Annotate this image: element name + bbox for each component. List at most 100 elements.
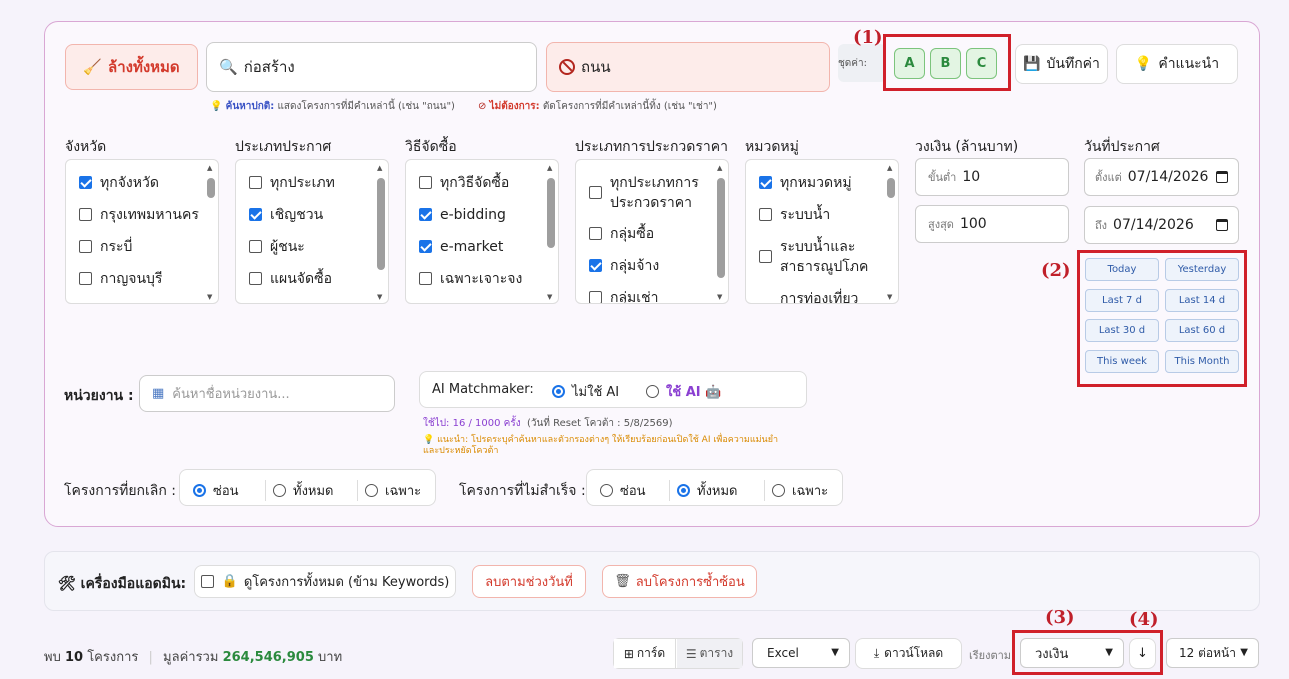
checkbox[interactable] (759, 208, 772, 221)
cancelled-hide-radio[interactable]: ซ่อน (193, 480, 239, 501)
checkbox[interactable] (249, 176, 262, 189)
quick-date-today[interactable]: Today (1085, 258, 1159, 281)
quick-date-yesterday[interactable]: Yesterday (1165, 258, 1239, 281)
view-all-projects-toggle[interactable]: 🔒 ดูโครงการทั้งหมด (ข้าม Keywords) (194, 565, 456, 598)
exclude-keyword-input[interactable]: ถนน (546, 42, 830, 92)
checkbox[interactable] (249, 208, 262, 221)
unsuccessful-all-radio[interactable]: ทั้งหมด (669, 480, 738, 501)
sort-field-select[interactable]: วงเงิน ▼ (1020, 638, 1124, 668)
checkbox[interactable] (419, 176, 432, 189)
quick-date-this-month[interactable]: This Month (1165, 350, 1239, 373)
checkbox[interactable] (419, 208, 432, 221)
checkbox[interactable] (79, 176, 92, 189)
date-to-input[interactable]: ถึง 07/14/2026 (1084, 206, 1239, 244)
unsuccessful-only-radio[interactable]: เฉพาะ (764, 480, 828, 501)
list-item[interactable]: ทุกประเภทการ ประกวดราคา (589, 173, 699, 213)
delete-by-date-button[interactable]: ลบตามช่วงวันที่ (472, 565, 586, 598)
checkbox[interactable] (759, 176, 772, 189)
calendar-icon[interactable] (1216, 219, 1228, 231)
list-item[interactable]: กลุ่มจ้าง (589, 256, 659, 276)
checkbox[interactable] (200, 575, 214, 588)
checkbox[interactable] (79, 272, 92, 285)
method-list[interactable]: ทุกวิธีจัดซื้อ e-bidding e-market เฉพาะเ… (405, 159, 559, 304)
province-label: จังหวัด (65, 139, 107, 155)
cancelled-all-radio[interactable]: ทั้งหมด (265, 480, 334, 501)
quick-date-last-60[interactable]: Last 60 d (1165, 319, 1239, 342)
checkbox[interactable] (589, 259, 602, 272)
list-item[interactable]: เฉพาะเจาะจง (419, 269, 522, 289)
sort-label: เรียงตาม (969, 649, 1012, 662)
date-from-input[interactable]: ตั้งแต่ 07/14/2026 (1084, 158, 1239, 196)
calendar-icon[interactable] (1216, 171, 1228, 183)
scrollbar[interactable]: ▲ ▼ (717, 164, 725, 301)
list-item[interactable]: เชิญชวน (249, 205, 323, 225)
save-preset-button[interactable]: 💾 บันทึกค่า (1015, 44, 1108, 84)
checkbox[interactable] (419, 240, 432, 253)
announce-type-list[interactable]: ทุกประเภท เชิญชวน ผู้ชนะ แผนจัดซื้อ ▲ ▼ (235, 159, 389, 304)
quick-date-this-week[interactable]: This week (1085, 350, 1159, 373)
list-item[interactable]: กรุงเทพมหานคร (79, 205, 199, 225)
checkbox[interactable] (79, 240, 92, 253)
unsuccessful-label: โครงการที่ไม่สำเร็จ : (459, 483, 586, 499)
list-item[interactable]: กลุ่มซื้อ (589, 224, 654, 244)
list-item[interactable]: กาญจนบุรี (79, 269, 162, 289)
annotation-box-1 (883, 34, 1011, 91)
unsuccessful-hide-radio[interactable]: ซ่อน (600, 480, 646, 501)
checkbox[interactable] (589, 227, 602, 240)
download-button[interactable]: ⤓ ดาวน์โหลด (855, 638, 962, 669)
list-item[interactable]: กลุ่มเช่า (589, 288, 658, 303)
sort-direction-button[interactable]: ↓ (1129, 638, 1156, 669)
agency-search-input[interactable]: ▦ ค้นหาชื่อหน่วยงาน... (139, 375, 395, 412)
scrollbar[interactable]: ▲ ▼ (377, 164, 385, 301)
checkbox[interactable] (249, 272, 262, 285)
list-item[interactable]: ระบบน้ำและ สาธารณูปโภค (759, 237, 868, 277)
export-format-select[interactable]: Excel ▼ (752, 638, 850, 668)
scrollbar[interactable]: ▲ ▼ (887, 164, 895, 301)
list-item[interactable]: e-bidding (419, 205, 506, 225)
province-list[interactable]: ทุกจังหวัด กรุงเทพมหานคร กระบี่ กาญจนบุร… (65, 159, 219, 304)
ai-on-radio[interactable]: ใช้ AI 🤖 (646, 381, 721, 402)
list-item[interactable]: e-market (419, 237, 503, 257)
category-list[interactable]: ทุกหมวดหมู่ ระบบน้ำ ระบบน้ำและ สาธารณูปโภ… (745, 159, 899, 304)
quick-date-last-14[interactable]: Last 14 d (1165, 289, 1239, 312)
list-item[interactable]: การท่องเที่ยว (780, 289, 858, 303)
list-item[interactable]: ทุกหมวดหมู่ (759, 173, 852, 193)
clear-all-button[interactable]: 🧹 ล้างทั้งหมด (65, 44, 198, 90)
checkbox[interactable] (79, 208, 92, 221)
view-table-button[interactable]: ☰ ตาราง (677, 639, 742, 668)
keyword-search-input[interactable]: 🔍 ก่อสร้าง (206, 42, 537, 92)
lightbulb-icon: 💡 (423, 435, 435, 445)
list-item[interactable]: ผู้ชนะ (249, 237, 305, 257)
quick-date-last-30[interactable]: Last 30 d (1085, 319, 1159, 342)
announce-type-label: ประเภทประกาศ (235, 139, 332, 155)
quick-date-last-7[interactable]: Last 7 d (1085, 289, 1159, 312)
budget-max-input[interactable]: สูงสุด 100 (915, 205, 1069, 243)
results-summary: พบ 10 โครงการ | มูลค่ารวม 264,546,905 บา… (44, 650, 343, 665)
checkbox[interactable] (759, 250, 772, 263)
view-card-button[interactable]: ⊞ การ์ด (614, 639, 676, 668)
list-item[interactable]: ทุกวิธีจัดซื้อ (419, 173, 509, 193)
search-icon: 🔍 (219, 58, 238, 76)
delete-duplicates-button[interactable]: 🗑 ลบโครงการซ้ำซ้อน (602, 565, 757, 598)
list-item[interactable]: แผนจัดซื้อ (249, 269, 332, 289)
method-label: วิธีจัดซื้อ (405, 139, 457, 155)
list-item[interactable]: ทุกประเภท (249, 173, 335, 193)
scrollbar[interactable]: ▲ ▼ (207, 164, 215, 301)
checkbox[interactable] (419, 272, 432, 285)
scrollbar[interactable]: ▲ ▼ (547, 164, 555, 301)
list-item[interactable]: ทุกจังหวัด (79, 173, 159, 193)
budget-min-input[interactable]: ขั้นต่ำ 10 (915, 158, 1069, 196)
admin-label: 🛠 เครื่องมือแอดมิน: (58, 576, 187, 592)
advice-button[interactable]: 💡 คำแนะนำ (1116, 44, 1238, 84)
cancelled-only-radio[interactable]: เฉพาะ (357, 480, 421, 501)
chevron-down-icon: ▼ (1105, 647, 1113, 658)
checkbox[interactable] (589, 186, 602, 199)
checkbox[interactable] (249, 240, 262, 253)
ai-off-radio[interactable]: ไม่ใช้ AI (552, 381, 619, 402)
list-item[interactable]: กระบี่ (79, 237, 132, 257)
per-page-select[interactable]: 12 ต่อหน้า ▼ (1166, 638, 1259, 668)
list-item[interactable]: ระบบน้ำ (759, 205, 830, 225)
bid-type-list[interactable]: ทุกประเภทการ ประกวดราคา กลุ่มซื้อ กลุ่มจ้… (575, 159, 729, 304)
checkbox[interactable] (589, 291, 602, 303)
tools-icon: 🛠 (58, 576, 76, 592)
